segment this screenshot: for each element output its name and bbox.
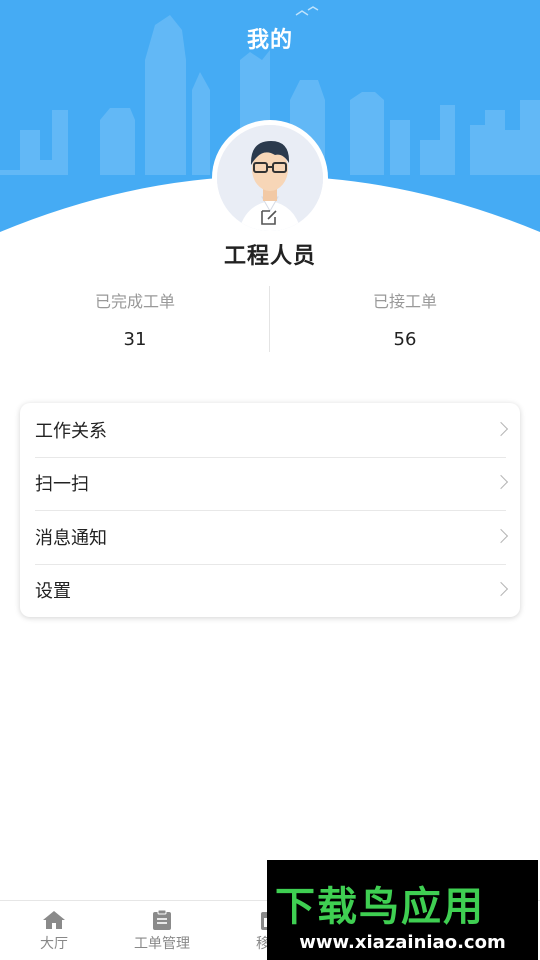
watermark-brand: 下载鸟应用 — [275, 884, 485, 930]
chevron-right-icon — [493, 421, 509, 436]
menu-item-label: 扫一扫 — [35, 474, 89, 496]
chevron-right-icon — [493, 475, 509, 490]
watermark: 下载鸟应用 www.xiazainiao.com — [267, 860, 538, 960]
menu-item-settings[interactable]: 设置 — [20, 563, 520, 618]
stat-completed-label: 已完成工单 — [94, 292, 175, 311]
stat-divider — [269, 286, 270, 352]
chevron-right-icon — [493, 528, 509, 543]
stat-completed-value: 31 — [123, 329, 147, 350]
menu-item-label: 工作关系 — [35, 420, 107, 442]
tab-lobby[interactable]: 大厅 — [0, 901, 108, 960]
edit-icon[interactable] — [258, 206, 280, 228]
home-icon — [43, 911, 65, 929]
watermark-url: www.xiazainiao.com — [299, 932, 506, 953]
stat-received-label: 已接工单 — [372, 292, 437, 311]
clipboard-icon — [153, 909, 171, 930]
menu-item-work-relations[interactable]: 工作关系 — [20, 403, 520, 457]
menu-card: 工作关系 扫一扫 消息通知 设置 — [20, 403, 520, 617]
user-name: 工程人员 — [223, 244, 316, 269]
tab-work-orders[interactable]: 工单管理 — [108, 901, 216, 960]
menu-item-label: 消息通知 — [35, 527, 107, 549]
stats-panel: 已完成工单 31 已接工单 56 — [0, 286, 540, 354]
menu-item-scan[interactable]: 扫一扫 — [20, 456, 520, 511]
stat-received[interactable]: 已接工单 56 — [270, 286, 540, 354]
menu-item-notifications[interactable]: 消息通知 — [20, 510, 520, 564]
chevron-right-icon — [493, 582, 509, 597]
tab-label: 工单管理 — [134, 936, 190, 952]
menu-item-label: 设置 — [35, 581, 71, 603]
stat-received-value: 56 — [393, 329, 417, 350]
page-title: 我的 — [246, 28, 293, 53]
tab-label: 大厅 — [40, 936, 68, 952]
stat-completed[interactable]: 已完成工单 31 — [0, 286, 270, 354]
